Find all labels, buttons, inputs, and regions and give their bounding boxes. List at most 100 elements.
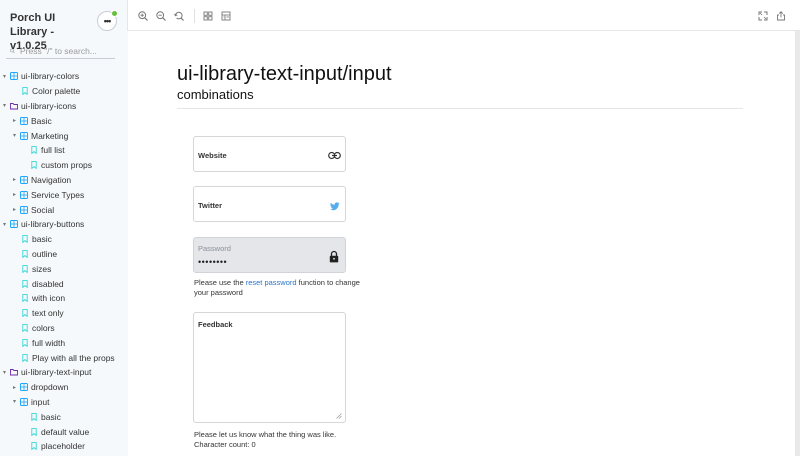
component-icon	[10, 72, 18, 81]
sidebar-item-label: with icon	[32, 293, 66, 304]
sidebar-item[interactable]: outline	[0, 247, 127, 262]
sidebar-item[interactable]: ▾ input	[0, 395, 127, 410]
resize-handle-icon[interactable]	[336, 413, 342, 419]
sidebar-item-label: outline	[32, 248, 58, 259]
sidebar-item-label: text only	[32, 308, 64, 319]
sidebar-item[interactable]: Play with all the props	[0, 350, 127, 365]
feedback-label: Feedback	[198, 320, 233, 329]
sidebar-item[interactable]: ▸ Service Types	[0, 187, 127, 202]
zoom-reset-icon[interactable]	[174, 11, 184, 21]
chevron-down-icon[interactable]: ▾	[1, 221, 8, 228]
chevron-down-icon[interactable]: ▾	[11, 132, 18, 139]
component-icon	[20, 397, 28, 406]
sidebar-item[interactable]: full list	[0, 143, 127, 158]
fullscreen-icon[interactable]	[758, 11, 768, 21]
sidebar-item-label: Service Types	[31, 189, 85, 200]
sidebar-item-label: ui-library-text-input	[21, 367, 92, 378]
twitter-icon	[330, 202, 340, 211]
sidebar-item-label: Color palette	[32, 86, 81, 97]
sidebar-item[interactable]: ▾ ui-library-colors	[0, 69, 127, 84]
component-icon	[20, 131, 28, 140]
sidebar-item[interactable]: basic	[0, 409, 127, 424]
bookmark-icon	[31, 412, 37, 421]
sidebar-item[interactable]: colors	[0, 321, 127, 336]
twitter-field[interactable]: Twitter	[193, 186, 346, 222]
bookmark-icon	[22, 324, 28, 332]
sidebar-item[interactable]: ▾ ui-library-buttons	[0, 217, 127, 232]
sidebar-item[interactable]: disabled	[0, 276, 127, 291]
sidebar-item[interactable]: text only	[0, 306, 127, 321]
sidebar-item[interactable]: ▾ ui-library-icons	[0, 99, 127, 114]
chevron-right-icon[interactable]: ▸	[11, 117, 18, 124]
bookmark-icon	[22, 235, 28, 244]
sidebar-item-label: Navigation	[31, 174, 72, 185]
chevron-right-icon[interactable]: ▸	[11, 206, 18, 213]
sidebar-item[interactable]: ▸ Social	[0, 202, 127, 217]
title-divider	[177, 108, 743, 109]
sidebar-item[interactable]: default value	[0, 424, 127, 439]
sidebar-item[interactable]: full width	[0, 335, 127, 350]
lock-icon	[329, 250, 339, 263]
sidebar: Porch UI Library - v1.0.25 ••• ▾ui-libra…	[0, 0, 127, 456]
search-icon	[10, 48, 15, 53]
component-icon	[20, 175, 28, 184]
sidebar-item-label: Social	[31, 204, 55, 215]
search-bar	[6, 43, 115, 59]
password-field[interactable]: Password ••••••••	[193, 237, 346, 273]
feedback-textarea[interactable]: Feedback	[193, 312, 346, 423]
sidebar-item[interactable]: ▾ Marketing	[0, 128, 127, 143]
sidebar-item[interactable]: sizes	[0, 261, 127, 276]
sidebar-item-label: ui-library-colors	[21, 71, 80, 82]
website-label: Website	[198, 151, 227, 160]
sidebar-item[interactable]: placeholder	[0, 439, 127, 454]
sidebar-item[interactable]: ▸ Navigation	[0, 173, 127, 188]
folder-icon	[10, 369, 18, 376]
sidebar-item[interactable]: ▸ dropdown	[0, 380, 127, 395]
sidebar-item-label: ui-library-icons	[21, 100, 77, 111]
password-help: Please use the reset password function t…	[194, 278, 364, 298]
sidebar-item-label: colors	[32, 322, 55, 333]
bookmark-icon	[22, 309, 28, 318]
sidebar-item-label: Basic	[31, 115, 52, 126]
sidebar-item-label: placeholder	[41, 441, 85, 452]
password-label: Password	[198, 244, 231, 253]
status-dot	[111, 10, 118, 17]
password-value: ••••••••	[198, 257, 228, 267]
folder-icon	[10, 103, 18, 110]
sidebar-item[interactable]: Color palette	[0, 84, 127, 99]
sidebar-item[interactable]: with icon	[0, 291, 127, 306]
sidebar-item[interactable]: basic	[0, 232, 127, 247]
share-icon[interactable]	[776, 11, 786, 21]
sidebar-item[interactable]: custom props	[0, 158, 127, 173]
bookmark-icon	[22, 294, 28, 303]
sidebar-item-label: default value	[41, 426, 90, 437]
chevron-right-icon[interactable]: ▸	[11, 191, 18, 198]
component-icon	[20, 383, 28, 392]
search-input[interactable]	[20, 45, 115, 56]
component-icon	[10, 220, 18, 229]
chevron-right-icon[interactable]: ▸	[11, 384, 18, 391]
sidebar-item-label: full width	[32, 337, 66, 348]
reset-password-link[interactable]: reset password	[246, 278, 297, 287]
sidebar-item[interactable]: ▾ ui-library-text-input	[0, 365, 127, 380]
preview-canvas: ui-library-text-input/input combinations…	[128, 31, 795, 456]
sidebar-item-label: full list	[41, 145, 65, 156]
bookmark-icon	[22, 353, 28, 362]
zoom-out-icon[interactable]	[156, 11, 166, 21]
bookmark-icon	[22, 250, 28, 258]
website-field[interactable]: Website	[193, 136, 346, 172]
sidebar-item-label: disabled	[32, 278, 64, 289]
chevron-right-icon[interactable]: ▸	[11, 176, 18, 183]
chevron-down-icon[interactable]: ▾	[1, 369, 8, 376]
menu-button[interactable]: •••	[97, 10, 118, 31]
sidebar-item[interactable]: ▸ Basic	[0, 113, 127, 128]
measure-icon[interactable]	[221, 11, 231, 21]
grid-icon[interactable]	[203, 11, 213, 21]
bookmark-icon	[22, 338, 28, 347]
chevron-down-icon[interactable]: ▾	[11, 398, 18, 405]
chevron-down-icon[interactable]: ▾	[1, 102, 8, 109]
chevron-down-icon[interactable]: ▾	[1, 73, 8, 80]
sidebar-item-label: ui-library-buttons	[21, 219, 85, 230]
zoom-in-icon[interactable]	[138, 11, 148, 21]
sidebar-item-label: input	[31, 396, 50, 407]
